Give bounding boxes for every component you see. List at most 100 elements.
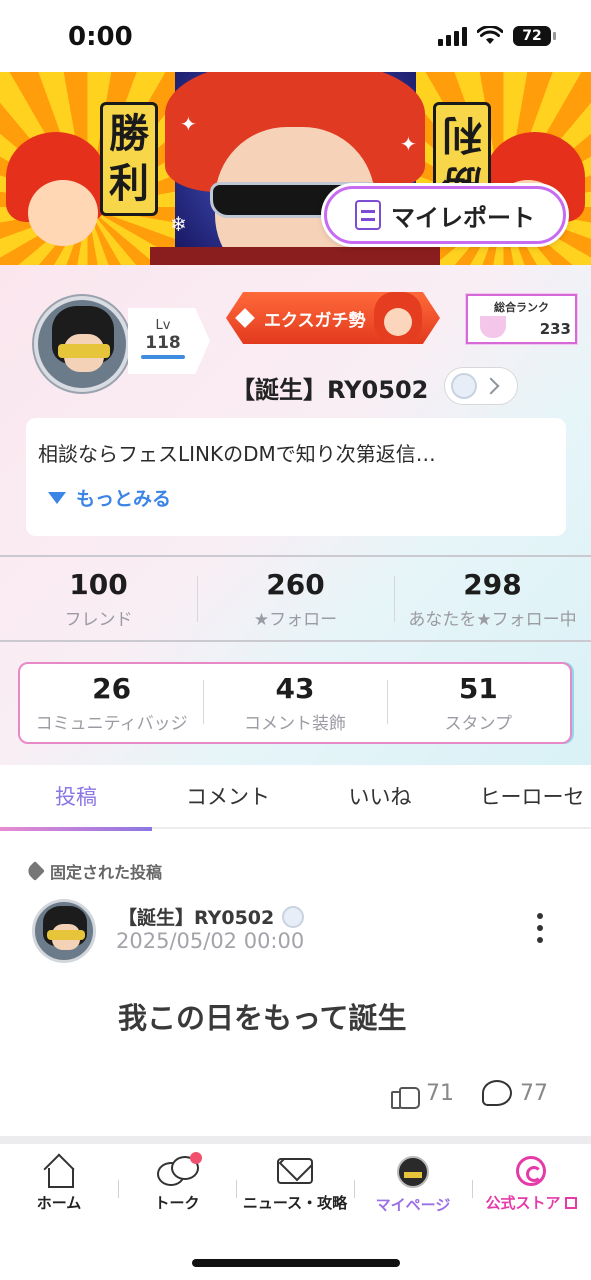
nav-home[interactable]: ホーム: [0, 1144, 118, 1226]
stat-label: ★フォロー: [253, 610, 338, 630]
status-icons: 72: [438, 26, 556, 46]
status-time: 0:00: [68, 22, 133, 52]
stat-label: コミュニティバッジ: [35, 714, 188, 734]
battery-level: 72: [522, 28, 542, 44]
stat-value: 43: [275, 672, 315, 705]
trophy-icon: [480, 316, 506, 338]
title-badge-label: エクスガチ勢: [264, 310, 366, 331]
level-progress-bar: [141, 355, 185, 359]
post-avatar[interactable]: [32, 899, 96, 963]
external-link-icon: [564, 1197, 577, 1209]
store-label: 公式ストア: [485, 1194, 561, 1212]
pin-icon: [25, 861, 45, 881]
mypage-icon: [397, 1156, 429, 1188]
like-button[interactable]: 71: [390, 1079, 454, 1109]
level-badge: Lv 118: [128, 308, 210, 374]
see-more-label: もっとみる: [76, 488, 172, 510]
post-author[interactable]: 【誕生】RY0502: [118, 903, 305, 930]
chevron-right-icon: [482, 377, 500, 395]
companion-button[interactable]: [444, 367, 518, 405]
nav-label: ニュース・攻略: [242, 1194, 348, 1212]
comment-count: 77: [520, 1080, 548, 1106]
stat-value: 260: [266, 568, 325, 601]
bio-card: 相談ならフェスLINKのDMで知り次第返信… もっとみる: [26, 418, 566, 536]
battery-icon: 72: [513, 26, 556, 46]
stat-label: あなたを★フォロー中: [408, 610, 577, 630]
comment-button[interactable]: 77: [482, 1080, 548, 1106]
nav-label: マイページ: [375, 1196, 451, 1214]
bottom-navigation: ホーム トーク ニュース・攻略 マイページ 公式ストア: [0, 1144, 591, 1226]
status-bar: 0:00 72: [0, 0, 591, 72]
avatar[interactable]: [34, 296, 130, 392]
section-separator: [0, 1136, 591, 1144]
rank-value: 233: [539, 320, 571, 338]
username: 【誕生】RY0502: [231, 376, 429, 404]
stat-friends[interactable]: 100 フレンド: [0, 560, 197, 640]
character-suit: [150, 247, 440, 265]
tab-posts[interactable]: 投稿: [0, 765, 152, 827]
more-options-icon[interactable]: [534, 913, 546, 943]
collection-stats: 26 コミュニティバッジ 43 コメント装飾 51 スタンプ: [18, 662, 572, 744]
post-body: 我この日をもって誕生: [118, 1001, 407, 1035]
post-author-name: 【誕生】RY0502: [118, 907, 275, 929]
report-icon: [355, 200, 381, 230]
pinned-text: 固定された投稿: [50, 863, 163, 882]
stat-value: 51: [458, 672, 498, 705]
see-more-link[interactable]: もっとみる: [48, 484, 171, 511]
pinned-label: 固定された投稿: [25, 859, 163, 883]
nav-talk[interactable]: トーク: [118, 1144, 236, 1226]
banner-kanji-left: 勝利: [100, 102, 158, 216]
notification-dot: [190, 1152, 202, 1164]
sparkle-icon: ❄: [170, 212, 187, 236]
post-date: 2025/05/02 00:00: [116, 929, 305, 953]
stat-community-badges[interactable]: 26 コミュニティバッジ: [20, 664, 203, 742]
home-indicator[interactable]: [192, 1259, 400, 1267]
my-report-label: マイレポート: [391, 203, 535, 232]
wifi-icon: [477, 26, 503, 44]
stat-stamps[interactable]: 51 スタンプ: [386, 664, 570, 742]
bio-text: 相談ならフェスLINKのDMで知り次第返信…: [38, 442, 436, 466]
stat-value: 298: [463, 568, 522, 601]
sparkle-icon: ✦: [180, 112, 197, 136]
tab-comments[interactable]: コメント: [152, 765, 304, 827]
nav-label: ホーム: [36, 1194, 82, 1212]
title-badge[interactable]: エクスガチ勢: [226, 292, 440, 344]
news-icon: [277, 1158, 313, 1184]
triangle-down-icon: [48, 491, 66, 504]
level-value: 118: [145, 333, 181, 353]
post-actions: 71 77: [390, 1079, 548, 1109]
stat-following[interactable]: 260 ★フォロー: [197, 560, 394, 640]
signal-icon: [438, 26, 467, 46]
nav-official-store[interactable]: 公式ストア: [472, 1144, 590, 1226]
tab-likes[interactable]: いいね: [304, 765, 456, 827]
stat-label: コメント装飾: [243, 714, 346, 734]
store-icon: [516, 1156, 546, 1186]
tab-hero[interactable]: ヒーローセ: [456, 765, 591, 827]
profile-tabs: 投稿 コメント いいね ヒーローセ: [0, 765, 591, 829]
companion-avatar: [451, 373, 477, 399]
social-stats: 100 フレンド 260 ★フォロー 298 あなたを★フォロー中: [0, 560, 591, 640]
nav-label: 公式ストア: [485, 1192, 577, 1213]
nav-label: トーク: [154, 1194, 200, 1212]
home-icon: [42, 1156, 76, 1188]
comment-icon: [482, 1080, 512, 1106]
stat-value: 100: [69, 568, 128, 601]
nav-news[interactable]: ニュース・攻略: [236, 1144, 354, 1226]
chibi-face-left: [28, 180, 98, 246]
companion-icon: [282, 905, 305, 928]
stat-label: スタンプ: [444, 714, 513, 734]
my-report-button[interactable]: マイレポート: [324, 186, 566, 244]
pinned-post[interactable]: 固定された投稿 【誕生】RY0502 2025/05/02 00:00 我この日…: [0, 831, 591, 1136]
sparkle-icon: ✦: [400, 132, 417, 156]
stat-label: フレンド: [64, 610, 133, 630]
thumbs-up-icon: [390, 1079, 420, 1109]
stat-value: 26: [92, 672, 132, 705]
like-count: 71: [426, 1080, 454, 1106]
stat-followers[interactable]: 298 あなたを★フォロー中: [394, 560, 591, 640]
rank-label: 総合ランク: [494, 301, 549, 314]
stat-comment-decorations[interactable]: 43 コメント装飾: [203, 664, 386, 742]
divider: [0, 555, 591, 557]
overall-rank-box[interactable]: 総合ランク 233: [466, 294, 577, 344]
nav-mypage[interactable]: マイページ: [354, 1144, 472, 1226]
level-label: Lv: [155, 318, 171, 333]
